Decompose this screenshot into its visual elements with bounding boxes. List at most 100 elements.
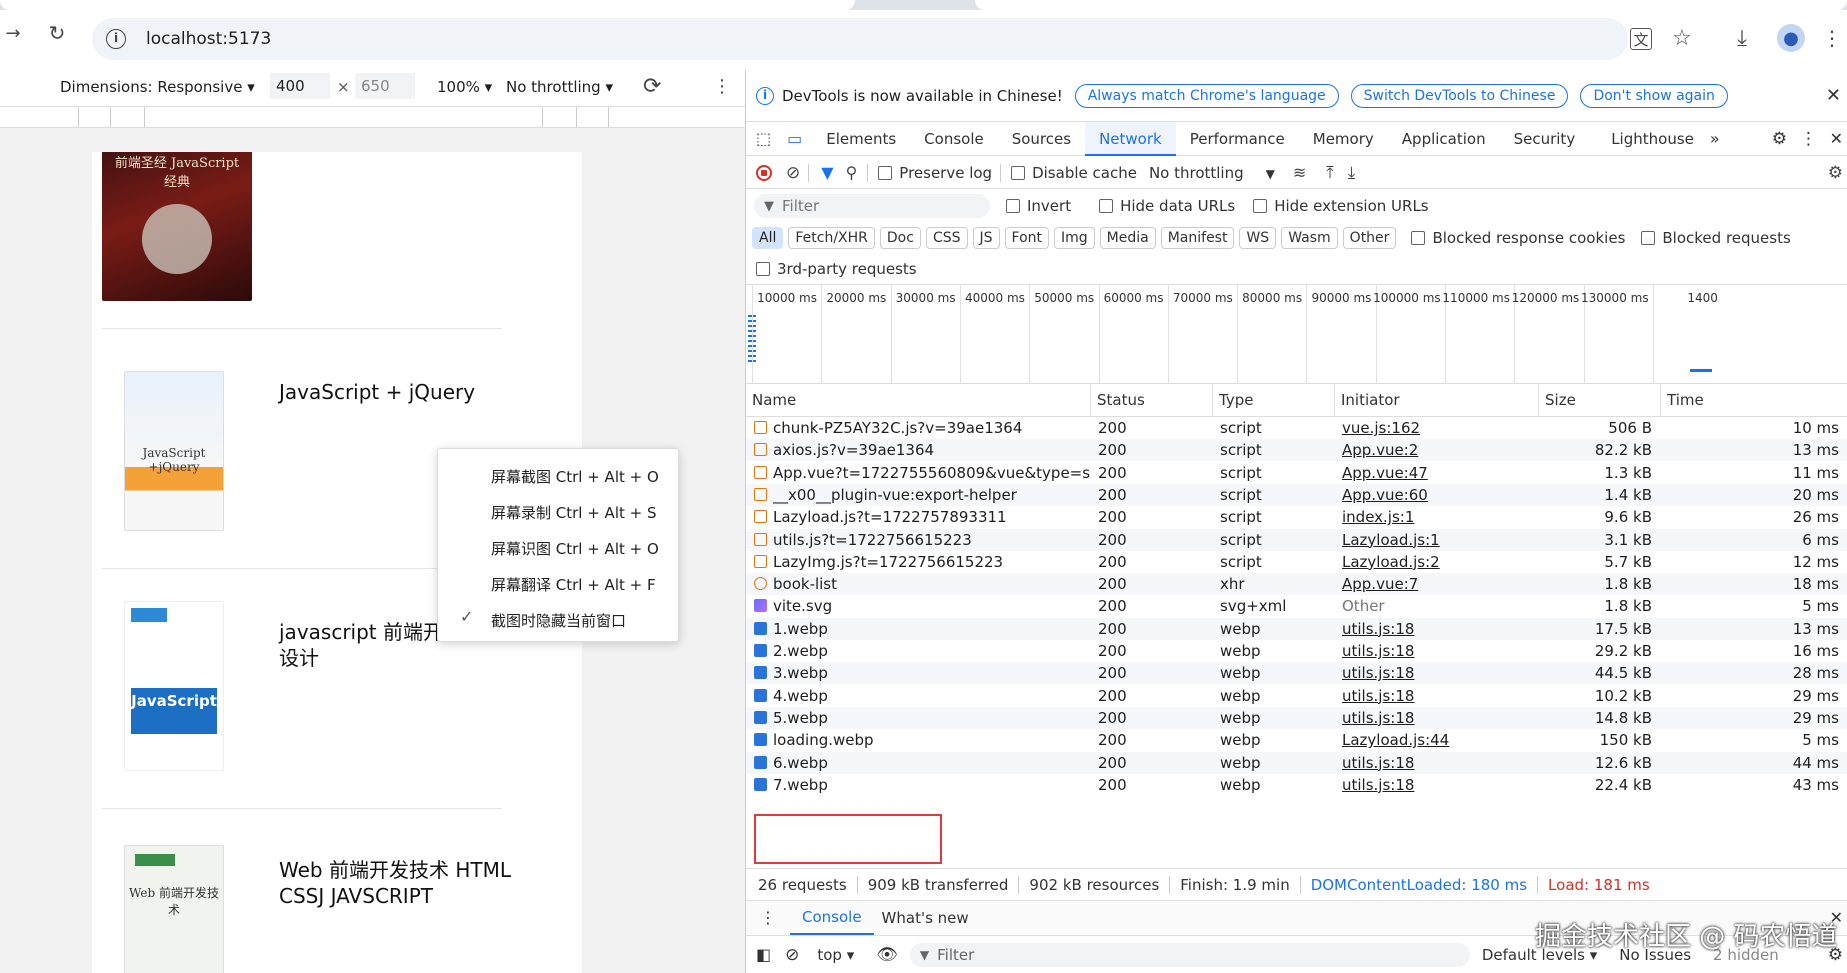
request-initiator[interactable]: App.vue:47 xyxy=(1342,464,1428,482)
request-name[interactable]: 4.webp xyxy=(773,687,828,705)
menu-item-screen-translate[interactable]: 屏幕翻译 Ctrl + Alt + F xyxy=(491,574,656,595)
request-row[interactable]: chunk-PZ5AY32C.js?v=39ae1364 200 script vue… xyxy=(746,417,1847,439)
request-initiator[interactable]: utils.js:18 xyxy=(1342,709,1414,727)
cell-initiator[interactable]: utils.js:18 xyxy=(1334,618,1538,640)
request-row[interactable]: loading.webp 200 webp Lazyload.js:44 150 kB 5… xyxy=(746,729,1847,751)
request-initiator[interactable]: utils.js:18 xyxy=(1342,687,1414,705)
request-row[interactable]: 4.webp 200 webp utils.js:18 10.2 kB 29 ms xyxy=(746,685,1847,707)
cell-initiator[interactable]: utils.js:18 xyxy=(1334,774,1538,796)
always-match-language-button[interactable]: Always match Chrome's language xyxy=(1074,83,1339,108)
request-initiator[interactable]: index.js:1 xyxy=(1342,508,1414,526)
tab-memory[interactable]: Memory xyxy=(1299,122,1388,156)
disable-cache-checkbox[interactable]: Disable cache xyxy=(1011,164,1137,182)
search-icon[interactable]: ⚲ xyxy=(846,163,858,182)
request-name[interactable]: App.vue?t=1722755560809&vue&type=style&i… xyxy=(773,464,1090,482)
request-row[interactable]: Lazyload.js?t=1722757893311 200 script inde… xyxy=(746,506,1847,528)
tab-lighthouse[interactable]: Lighthouse xyxy=(1597,122,1708,156)
request-name[interactable]: 3.webp xyxy=(773,664,828,682)
book-item[interactable]: Web 前端开发技术 Web 前端开发技术 HTML CSSJ JAVSCRIP… xyxy=(102,809,511,973)
address-bar[interactable]: i localhost:5173 xyxy=(92,18,1628,60)
type-chip-doc[interactable]: Doc xyxy=(879,227,921,249)
column-status[interactable]: Status xyxy=(1090,384,1212,416)
height-input[interactable]: 650 xyxy=(355,73,415,99)
inspect-element-icon[interactable]: ⬚ xyxy=(756,129,771,148)
tab-security[interactable]: Security xyxy=(1500,122,1590,156)
request-name[interactable]: 7.webp xyxy=(773,776,828,794)
close-devtools-icon[interactable]: ✕ xyxy=(1830,129,1843,148)
request-initiator[interactable]: Lazyload.js:44 xyxy=(1342,731,1449,749)
cell-initiator[interactable]: App.vue:7 xyxy=(1334,573,1538,595)
drawer-tab-console[interactable]: Console xyxy=(790,901,874,935)
column-name[interactable]: Name xyxy=(746,384,1090,416)
browser-tab[interactable] xyxy=(975,0,1847,10)
request-row[interactable]: book-list 200 xhr App.vue:7 1.8 kB 18 ms xyxy=(746,573,1847,596)
filter-funnel-icon[interactable]: ▼ xyxy=(821,163,833,182)
request-initiator[interactable]: utils.js:18 xyxy=(1342,776,1414,794)
console-sidebar-icon[interactable]: ◧ xyxy=(756,945,771,964)
close-infobar-icon[interactable]: ✕ xyxy=(1826,85,1841,106)
translate-icon[interactable]: 文 xyxy=(1630,28,1652,50)
request-initiator[interactable]: App.vue:2 xyxy=(1342,441,1418,459)
invert-checkbox[interactable]: Invert xyxy=(1006,197,1071,215)
drawer-menu-icon[interactable]: ⋮ xyxy=(760,908,776,927)
blocked-requests-checkbox[interactable]: Blocked requests xyxy=(1641,229,1791,247)
cell-initiator[interactable]: App.vue:2 xyxy=(1334,439,1538,461)
request-name[interactable]: Lazyload.js?t=1722757893311 xyxy=(773,508,1007,526)
request-row[interactable]: 1.webp 200 webp utils.js:18 17.5 kB 13 ms xyxy=(746,617,1847,640)
drawer-tab-whats-new[interactable]: What's new xyxy=(882,909,969,927)
request-initiator[interactable]: App.vue:60 xyxy=(1342,486,1428,504)
request-initiator[interactable]: Lazyload.js:1 xyxy=(1342,531,1440,549)
device-toolbar-menu-icon[interactable]: ⋮ xyxy=(713,76,731,97)
console-clear-icon[interactable]: ⊘ xyxy=(785,945,799,965)
type-chip-manifest[interactable]: Manifest xyxy=(1160,227,1235,249)
rotate-icon[interactable]: ⟳ xyxy=(643,74,661,99)
type-chip-img[interactable]: Img xyxy=(1054,227,1095,249)
request-initiator[interactable]: Lazyload.js:2 xyxy=(1342,553,1440,571)
request-initiator[interactable]: utils.js:18 xyxy=(1342,642,1414,660)
column-initiator[interactable]: Initiator xyxy=(1334,384,1538,416)
request-row[interactable]: __x00__plugin-vue:export-helper 200 script… xyxy=(746,483,1847,506)
column-type[interactable]: Type xyxy=(1212,384,1334,416)
type-chip-js[interactable]: JS xyxy=(972,227,1000,249)
network-throttle-select[interactable]: No throttling ▼ xyxy=(1149,164,1275,182)
menu-item-hide-window[interactable]: 截图时隐藏当前窗口 xyxy=(491,610,626,631)
type-chip-font[interactable]: Font xyxy=(1004,227,1049,249)
network-overview-timeline[interactable]: 10000 ms 20000 ms 30000 ms 40000 ms 50000 ms… xyxy=(746,284,1847,385)
cell-initiator[interactable]: Lazyload.js:1 xyxy=(1334,529,1538,551)
menu-item-screen-recognize[interactable]: 屏幕识图 Ctrl + Alt + O xyxy=(491,538,659,559)
cell-initiator[interactable]: App.vue:47 xyxy=(1334,462,1538,484)
device-toggle-icon[interactable]: ▭ xyxy=(787,129,802,148)
reload-icon[interactable]: ↻ xyxy=(46,21,68,45)
dimensions-select[interactable]: Dimensions: Responsive ▾ xyxy=(60,78,255,96)
type-chip-wasm[interactable]: Wasm xyxy=(1281,227,1338,249)
bookmark-star-icon[interactable]: ☆ xyxy=(1670,26,1694,51)
request-row[interactable]: 7.webp 200 webp utils.js:18 22.4 kB 43 ms xyxy=(746,774,1847,796)
tab-network[interactable]: Network xyxy=(1085,121,1176,156)
request-name[interactable]: loading.webp xyxy=(773,731,874,749)
request-row[interactable]: axios.js?v=39ae1364 200 script App.vue:2 82.… xyxy=(746,439,1847,462)
switch-to-chinese-button[interactable]: Switch DevTools to Chinese xyxy=(1350,83,1569,108)
request-row[interactable]: utils.js?t=1722756615223 200 script Lazyloa… xyxy=(746,528,1847,551)
device-throttle-select[interactable]: No throttling ▾ xyxy=(506,78,613,96)
request-name[interactable]: 6.webp xyxy=(773,754,828,772)
menu-item-screen-record[interactable]: 屏幕录制 Ctrl + Alt + S xyxy=(491,502,657,523)
cell-initiator[interactable]: utils.js:18 xyxy=(1334,640,1538,662)
request-row[interactable]: 2.webp 200 webp utils.js:18 29.2 kB 16 ms xyxy=(746,640,1847,662)
request-row[interactable]: 5.webp 200 webp utils.js:18 14.8 kB 29 ms xyxy=(746,706,1847,729)
book-item[interactable]: 前端圣经 JavaScript 经典 xyxy=(102,152,502,329)
request-initiator[interactable]: utils.js:18 xyxy=(1342,664,1414,682)
request-initiator[interactable]: utils.js:18 xyxy=(1342,620,1414,638)
column-time[interactable]: Time xyxy=(1660,384,1847,416)
width-input[interactable]: 400 xyxy=(270,73,330,99)
live-expression-eye-icon[interactable]: 👁 xyxy=(876,945,898,965)
cell-initiator[interactable]: index.js:1 xyxy=(1334,506,1538,528)
request-name[interactable]: 2.webp xyxy=(773,642,828,660)
settings-gear-icon[interactable]: ⚙ xyxy=(1772,129,1787,149)
menu-item-screenshot[interactable]: 屏幕截图 Ctrl + Alt + O xyxy=(491,466,659,487)
request-name[interactable]: book-list xyxy=(773,575,837,593)
hide-extension-urls-checkbox[interactable]: Hide extension URLs xyxy=(1253,197,1429,215)
tab-console[interactable]: Console xyxy=(910,122,998,156)
request-initiator[interactable]: utils.js:18 xyxy=(1342,754,1414,772)
request-name[interactable]: 1.webp xyxy=(773,620,828,638)
record-stop-icon[interactable] xyxy=(756,164,772,181)
